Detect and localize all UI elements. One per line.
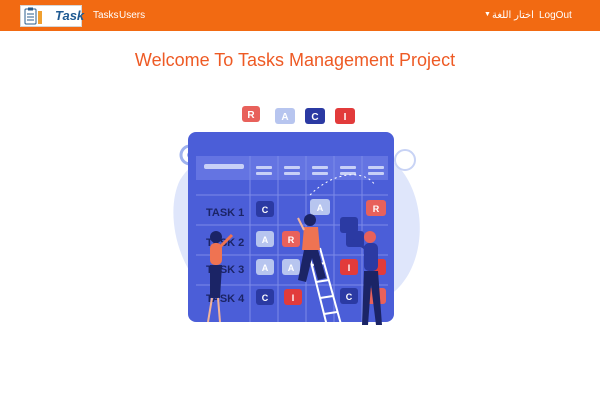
- task3-cell-i: I: [348, 263, 351, 273]
- task4-cell-i: I: [292, 293, 295, 303]
- task4-cell-c-2: C: [346, 292, 353, 302]
- raci-tile-i-label: I: [344, 112, 347, 123]
- brand-text: Task: [55, 8, 85, 23]
- top-navbar: Task Tasks Users ▼ اختار اللغة LogOut: [0, 0, 600, 31]
- raci-tile-c-label: C: [311, 112, 318, 123]
- language-dropdown[interactable]: اختار اللغة: [492, 10, 534, 21]
- nav-link-logout[interactable]: LogOut: [539, 10, 572, 21]
- raci-illustration: R A C I TASK 1 TASK 2 TASK 3 TASK 4 C A …: [173, 106, 420, 330]
- task4-cell-c: C: [262, 293, 269, 303]
- nav-link-tasks[interactable]: Tasks: [93, 10, 119, 21]
- task1-cell-c: C: [262, 205, 269, 215]
- illustration-ring: [394, 149, 416, 171]
- task2-cell-r: R: [288, 235, 295, 245]
- task3-cell-a-2: A: [288, 263, 295, 273]
- page-title: Welcome To Tasks Management Project: [134, 50, 456, 70]
- clipboard-icon: [24, 7, 42, 25]
- task1-cell-a: A: [317, 203, 324, 213]
- task-label-1: TASK 1: [206, 207, 244, 219]
- task3-cell-a-1: A: [262, 263, 269, 273]
- brand-logo[interactable]: Task: [20, 5, 85, 27]
- raci-tile-a-label: A: [281, 112, 288, 123]
- caret-down-icon[interactable]: ▼: [484, 11, 491, 18]
- raci-tile-r-label: R: [247, 110, 255, 121]
- task2-cell-a: A: [262, 235, 269, 245]
- task1-cell-r: R: [373, 204, 380, 214]
- nav-link-users[interactable]: Users: [119, 10, 145, 21]
